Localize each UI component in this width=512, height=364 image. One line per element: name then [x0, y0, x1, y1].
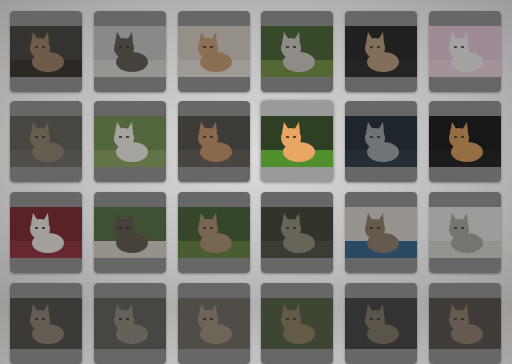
- thumbnail-image: [345, 26, 417, 77]
- kitten-photo-icon: [345, 298, 417, 349]
- kitten-photo-icon: [429, 116, 501, 167]
- thumbnail-tile[interactable]: [429, 11, 501, 92]
- thumbnail-grid: [0, 0, 512, 364]
- thumbnail-image: [261, 207, 333, 258]
- thumbnail-image: [94, 298, 166, 349]
- thumbnail-tile[interactable]: [345, 192, 417, 273]
- kitten-photo-icon: [178, 207, 250, 258]
- thumbnail-tile[interactable]: [10, 283, 82, 364]
- thumbnail-image: [261, 298, 333, 349]
- kitten-photo-icon: [178, 116, 250, 167]
- thumbnail-image: [178, 298, 250, 349]
- thumbnail-image: [10, 207, 82, 258]
- kitten-photo-icon: [10, 26, 82, 77]
- thumbnail-image: [94, 207, 166, 258]
- thumbnail-image: [94, 116, 166, 167]
- thumbnail-tile[interactable]: [261, 101, 333, 182]
- kitten-photo-icon: [429, 26, 501, 77]
- kitten-photo-icon: [94, 298, 166, 349]
- thumbnail-image: [10, 298, 82, 349]
- thumbnail-image: [10, 26, 82, 77]
- thumbnail-image: [429, 116, 501, 167]
- kitten-photo-icon: [10, 207, 82, 258]
- thumbnail-image: [429, 26, 501, 77]
- thumbnail-image: [345, 207, 417, 258]
- thumbnail-image: [178, 26, 250, 77]
- kitten-photo-icon: [261, 116, 333, 167]
- thumbnail-tile[interactable]: [429, 101, 501, 182]
- thumbnail-image: [429, 207, 501, 258]
- thumbnail-image: [10, 116, 82, 167]
- thumbnail-tile[interactable]: [178, 101, 250, 182]
- kitten-photo-icon: [10, 116, 82, 167]
- thumbnail-tile[interactable]: [261, 283, 333, 364]
- thumbnail-tile[interactable]: [10, 11, 82, 92]
- kitten-photo-icon: [94, 116, 166, 167]
- thumbnail-image: [429, 298, 501, 349]
- thumbnail-image: [178, 116, 250, 167]
- thumbnail-tile[interactable]: [10, 101, 82, 182]
- thumbnail-image: [345, 116, 417, 167]
- thumbnail-tile[interactable]: [178, 283, 250, 364]
- thumbnail-tile[interactable]: [178, 11, 250, 92]
- thumbnail-tile[interactable]: [261, 11, 333, 92]
- kitten-photo-icon: [94, 26, 166, 77]
- thumbnail-tile[interactable]: [429, 283, 501, 364]
- thumbnail-image: [178, 207, 250, 258]
- kitten-photo-icon: [261, 298, 333, 349]
- kitten-photo-icon: [345, 26, 417, 77]
- kitten-photo-icon: [94, 207, 166, 258]
- kitten-photo-icon: [345, 207, 417, 258]
- kitten-photo-icon: [10, 298, 82, 349]
- thumbnail-tile[interactable]: [345, 283, 417, 364]
- thumbnail-tile[interactable]: [94, 101, 166, 182]
- thumbnail-image: [94, 26, 166, 77]
- thumbnail-tile[interactable]: [429, 192, 501, 273]
- thumbnail-tile[interactable]: [94, 283, 166, 364]
- thumbnail-tile[interactable]: [261, 192, 333, 273]
- thumbnail-image: [261, 116, 333, 167]
- kitten-photo-icon: [429, 207, 501, 258]
- thumbnail-tile[interactable]: [94, 192, 166, 273]
- kitten-photo-icon: [178, 26, 250, 77]
- thumbnail-tile[interactable]: [345, 11, 417, 92]
- thumbnail-tile[interactable]: [10, 192, 82, 273]
- thumbnail-tile[interactable]: [94, 11, 166, 92]
- kitten-photo-icon: [261, 26, 333, 77]
- thumbnail-image: [345, 298, 417, 349]
- kitten-photo-icon: [429, 298, 501, 349]
- kitten-photo-icon: [178, 298, 250, 349]
- thumbnail-image: [261, 26, 333, 77]
- kitten-photo-icon: [261, 207, 333, 258]
- thumbnail-tile[interactable]: [345, 101, 417, 182]
- thumbnail-tile[interactable]: [178, 192, 250, 273]
- kitten-photo-icon: [345, 116, 417, 167]
